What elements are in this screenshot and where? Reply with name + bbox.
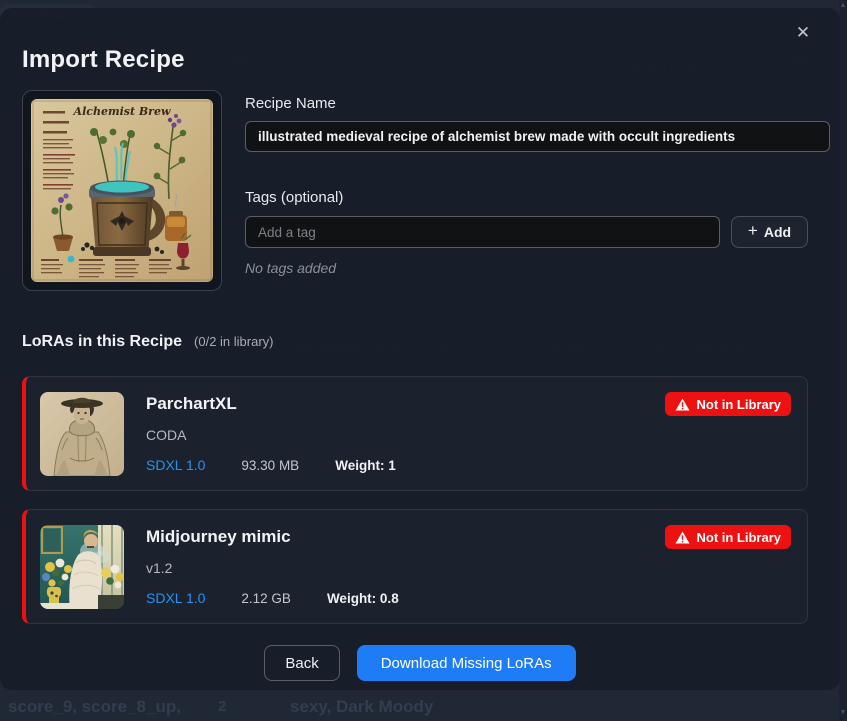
badge-label: Not in Library <box>696 397 781 412</box>
badge-label: Not in Library <box>696 530 781 545</box>
download-missing-loras-button[interactable]: Download Missing LoRAs <box>357 645 576 681</box>
lora-version: v1.2 <box>146 560 791 576</box>
loras-section-title: LoRAs in this Recipe <box>22 333 182 351</box>
recipe-name-label: Recipe Name <box>245 95 336 112</box>
no-tags-text: No tags added <box>245 260 336 276</box>
add-tag-button[interactable]: + Add <box>731 216 808 248</box>
lora-card: Midjourney mimic Not in Library v1.2 SDX… <box>22 509 808 624</box>
dialog-footer: Back Download Missing LoRAs <box>0 645 840 681</box>
recipe-preview-image: Alchemist Brew <box>31 99 213 282</box>
dialog-title: Import Recipe <box>22 46 185 74</box>
lora-thumbnail-image <box>40 392 124 476</box>
scroll-up-icon[interactable]: ▲ <box>839 0 847 12</box>
import-recipe-dialog: ✕ Import Recipe Alchemist Brew <box>0 8 840 690</box>
add-tag-label: Add <box>764 224 791 240</box>
lora-thumbnail <box>40 525 124 609</box>
loras-library-count: (0/2 in library) <box>194 334 273 349</box>
background-count-badge: 2 <box>218 698 226 715</box>
back-button[interactable]: Back <box>264 645 339 681</box>
lora-weight: Weight: 1 <box>335 458 396 473</box>
recipe-preview-card: Alchemist Brew <box>22 90 222 291</box>
plus-icon: + <box>748 221 758 241</box>
base-model-link[interactable]: SDXL 1.0 <box>146 590 205 606</box>
lora-version: CODA <box>146 427 791 443</box>
recipe-name-input[interactable] <box>245 121 830 152</box>
lora-card: ParchartXL Not in Library CODA SDXL 1.0 … <box>22 376 808 491</box>
lora-card-body: Midjourney mimic Not in Library v1.2 SDX… <box>146 525 791 608</box>
close-icon[interactable]: ✕ <box>790 20 816 46</box>
lora-meta-row: SDXL 1.0 93.30 MB Weight: 1 <box>146 457 791 473</box>
scroll-down-icon[interactable]: ▼ <box>839 707 847 719</box>
loras-section-header: LoRAs in this Recipe (0/2 in library) <box>22 333 274 351</box>
warning-icon <box>675 531 690 544</box>
not-in-library-badge: Not in Library <box>665 525 791 549</box>
background-prompt-text: score_9, score_8_up, <box>8 697 181 717</box>
page-scrollbar[interactable]: ▲ ▼ <box>839 0 847 721</box>
lora-file-size: 2.12 GB <box>241 591 291 606</box>
background-prompt-text: sexy, Dark Moody <box>290 697 433 717</box>
lora-card-body: ParchartXL Not in Library CODA SDXL 1.0 … <box>146 392 791 475</box>
lora-thumbnail <box>40 392 124 476</box>
lora-meta-row: SDXL 1.0 2.12 GB Weight: 0.8 <box>146 590 791 606</box>
tags-label: Tags (optional) <box>245 189 343 206</box>
svg-text:Alchemist Brew: Alchemist Brew <box>73 105 171 118</box>
base-model-link[interactable]: SDXL 1.0 <box>146 457 205 473</box>
not-in-library-badge: Not in Library <box>665 392 791 416</box>
warning-icon <box>675 398 690 411</box>
lora-weight: Weight: 0.8 <box>327 591 399 606</box>
lora-file-size: 93.30 MB <box>241 458 299 473</box>
tag-input[interactable] <box>245 216 720 248</box>
lora-thumbnail-image <box>40 525 124 609</box>
